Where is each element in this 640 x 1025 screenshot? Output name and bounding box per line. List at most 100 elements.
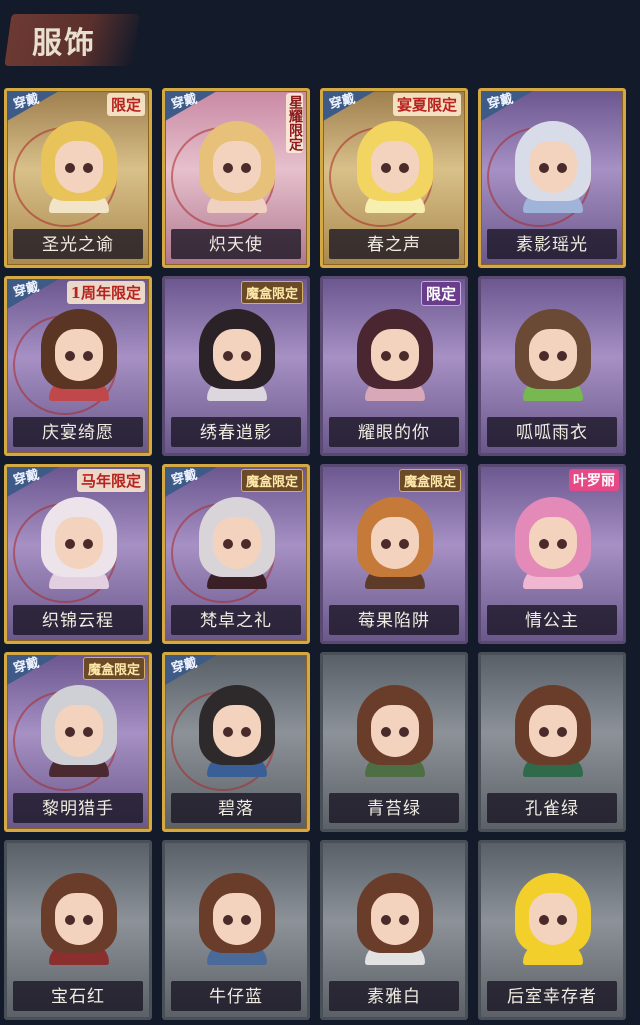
costume-name: 耀眼的你 bbox=[358, 423, 430, 443]
costume-card[interactable]: 素雅白 bbox=[320, 840, 468, 1020]
portrait-eye bbox=[65, 163, 75, 173]
costume-card[interactable]: 莓果陷阱 魔盒限定 bbox=[320, 464, 468, 644]
portrait-eye bbox=[539, 163, 549, 173]
portrait-eye bbox=[557, 727, 567, 737]
character-portrait bbox=[199, 685, 275, 777]
costume-name: 圣光之谕 bbox=[42, 235, 114, 255]
costume-name: 春之声 bbox=[367, 235, 421, 255]
portrait-eye bbox=[241, 163, 251, 173]
costume-card[interactable]: 青苔绿 bbox=[320, 652, 468, 832]
portrait-face bbox=[55, 141, 103, 193]
costume-name: 牛仔蓝 bbox=[209, 987, 263, 1007]
portrait-eye bbox=[83, 915, 93, 925]
portrait-eye bbox=[381, 915, 391, 925]
portrait-face bbox=[529, 893, 577, 945]
portrait-eye bbox=[539, 915, 549, 925]
costume-card[interactable]: 庆宴绮愿 穿戴 1周年限定 bbox=[4, 276, 152, 456]
costume-card[interactable]: 牛仔蓝 bbox=[162, 840, 310, 1020]
portrait-eye bbox=[223, 539, 233, 549]
portrait-eye bbox=[223, 351, 233, 361]
portrait-face bbox=[371, 329, 419, 381]
character-portrait bbox=[357, 873, 433, 965]
character-portrait bbox=[199, 497, 275, 589]
costume-card[interactable]: 呱呱雨衣 bbox=[478, 276, 626, 456]
costume-card[interactable]: 孔雀绿 bbox=[478, 652, 626, 832]
portrait-eye bbox=[557, 539, 567, 549]
portrait-eye bbox=[223, 915, 233, 925]
character-portrait bbox=[515, 497, 591, 589]
limited-badge: 限定 bbox=[420, 281, 461, 306]
portrait-eye bbox=[399, 351, 409, 361]
character-portrait bbox=[515, 685, 591, 777]
character-portrait bbox=[199, 873, 275, 965]
costume-name: 素影瑶光 bbox=[516, 235, 588, 255]
portrait-eye bbox=[241, 915, 251, 925]
portrait-eye bbox=[223, 163, 233, 173]
portrait-eye bbox=[381, 727, 391, 737]
header: 服饰 bbox=[0, 0, 640, 80]
costume-card[interactable]: 绣春逍影 魔盒限定 bbox=[162, 276, 310, 456]
portrait-face bbox=[213, 705, 261, 757]
costume-card[interactable]: 炽天使 穿戴 星耀限定 bbox=[162, 88, 310, 268]
limited-badge: 星耀限定 bbox=[286, 93, 303, 153]
character-portrait bbox=[199, 121, 275, 213]
portrait-face bbox=[213, 141, 261, 193]
portrait-eye bbox=[399, 539, 409, 549]
character-portrait bbox=[357, 309, 433, 401]
costume-card[interactable]: 情公主 叶罗丽 bbox=[478, 464, 626, 644]
portrait-eye bbox=[557, 351, 567, 361]
limited-badge: 宴夏限定 bbox=[392, 93, 461, 116]
costume-name: 青苔绿 bbox=[367, 799, 421, 819]
portrait-eye bbox=[399, 915, 409, 925]
portrait-face bbox=[213, 517, 261, 569]
portrait-face bbox=[371, 893, 419, 945]
portrait-eye bbox=[399, 727, 409, 737]
character-portrait bbox=[357, 685, 433, 777]
character-portrait bbox=[41, 309, 117, 401]
costume-name: 梵卓之礼 bbox=[200, 611, 272, 631]
costume-card[interactable]: 后室幸存者 bbox=[478, 840, 626, 1020]
costume-card[interactable]: 宝石红 bbox=[4, 840, 152, 1020]
character-portrait bbox=[199, 309, 275, 401]
character-portrait bbox=[515, 121, 591, 213]
portrait-eye bbox=[65, 351, 75, 361]
costume-name: 炽天使 bbox=[209, 235, 263, 255]
costume-card[interactable]: 圣光之谕 穿戴 限定 bbox=[4, 88, 152, 268]
costume-name: 碧落 bbox=[218, 799, 254, 819]
portrait-face bbox=[55, 893, 103, 945]
page-title: 服饰 bbox=[32, 26, 96, 61]
portrait-eye bbox=[241, 351, 251, 361]
costume-card[interactable]: 织锦云程 穿戴 马年限定 bbox=[4, 464, 152, 644]
portrait-face bbox=[55, 329, 103, 381]
costume-name: 素雅白 bbox=[367, 987, 421, 1007]
limited-badge: 限定 bbox=[106, 93, 145, 116]
portrait-eye bbox=[83, 727, 93, 737]
portrait-eye bbox=[539, 351, 549, 361]
limited-badge: 叶罗丽 bbox=[569, 469, 619, 491]
costume-card[interactable]: 春之声 穿戴 宴夏限定 bbox=[320, 88, 468, 268]
portrait-face bbox=[371, 141, 419, 193]
portrait-eye bbox=[539, 727, 549, 737]
costume-card[interactable]: 素影瑶光 穿戴 bbox=[478, 88, 626, 268]
costume-card[interactable]: 梵卓之礼 穿戴 魔盒限定 bbox=[162, 464, 310, 644]
costume-name: 孔雀绿 bbox=[525, 799, 579, 819]
portrait-eye bbox=[223, 727, 233, 737]
costume-card[interactable]: 耀眼的你 限定 bbox=[320, 276, 468, 456]
portrait-eye bbox=[83, 351, 93, 361]
costume-grid: 圣光之谕 穿戴 限定 炽天使 穿戴 星耀限定 春之声 穿戴 宴夏限定 素影瑶光 穿戴庆宴绮愿 穿戴 1周… bbox=[4, 88, 636, 1020]
portrait-eye bbox=[65, 539, 75, 549]
costume-card[interactable]: 黎明猎手 穿戴 魔盒限定 bbox=[4, 652, 152, 832]
costume-name: 情公主 bbox=[525, 611, 579, 631]
portrait-face bbox=[213, 329, 261, 381]
costume-name: 莓果陷阱 bbox=[358, 611, 430, 631]
character-portrait bbox=[357, 497, 433, 589]
character-portrait bbox=[41, 873, 117, 965]
portrait-eye bbox=[83, 539, 93, 549]
portrait-eye bbox=[557, 163, 567, 173]
costume-card[interactable]: 碧落 穿戴 bbox=[162, 652, 310, 832]
limited-badge: 魔盒限定 bbox=[82, 657, 145, 680]
portrait-eye bbox=[557, 915, 567, 925]
character-portrait bbox=[41, 497, 117, 589]
limited-badge: 1周年限定 bbox=[66, 281, 145, 304]
portrait-face bbox=[55, 705, 103, 757]
